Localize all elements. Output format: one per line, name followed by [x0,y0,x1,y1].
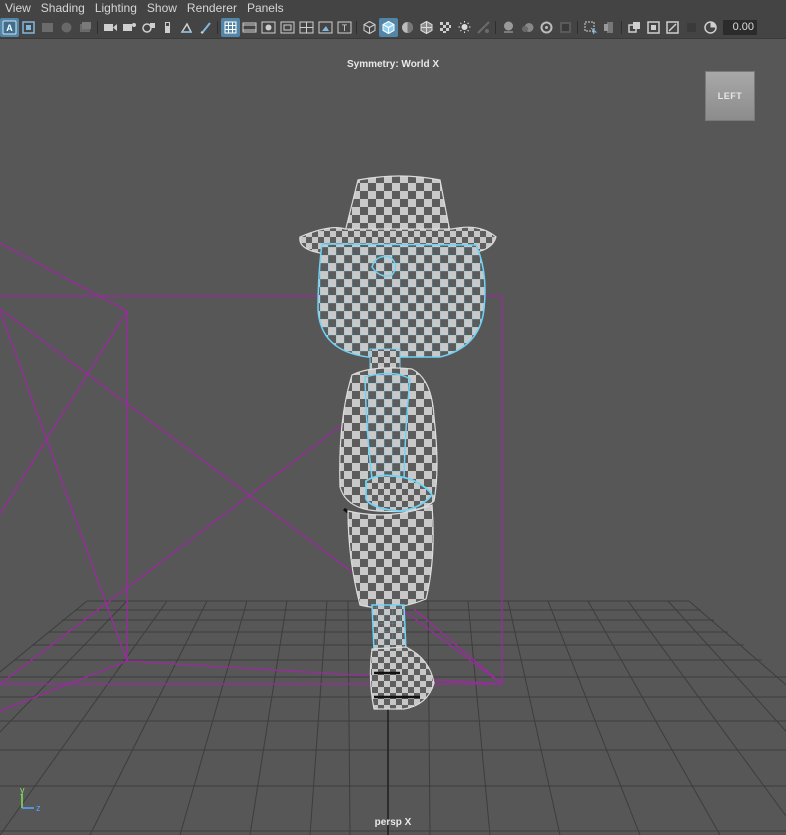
wireframe-cube-icon[interactable] [360,18,379,37]
xray-components-icon[interactable] [644,18,663,37]
menu-lighting[interactable]: Lighting [90,0,142,16]
field-chart-icon[interactable] [177,18,196,37]
field-chart-2-icon[interactable] [297,18,316,37]
safe-title-icon[interactable]: T [335,18,354,37]
symmetry-label: Symmetry: World X [346,59,440,70]
depth-of-field-icon[interactable] [556,18,575,37]
scene-canvas[interactable] [0,39,786,835]
resolution-gate-icon[interactable] [139,18,158,37]
shadows-icon[interactable] [474,18,493,37]
menu-renderer[interactable]: Renderer [182,0,242,16]
toolbar-divider [619,18,625,36]
menu-panels[interactable]: Panels [242,0,289,16]
bookmarks-icon[interactable] [38,18,57,37]
select-camera-icon[interactable]: A [0,17,19,37]
textured-icon[interactable] [436,18,455,37]
menu-view[interactable]: View [0,0,36,16]
film-gate-icon[interactable] [120,18,139,37]
viewcube[interactable]: LEFT [705,71,755,121]
exposure-icon[interactable] [701,18,720,37]
grid-toggle-icon[interactable] [663,18,682,37]
camera-attributes-icon[interactable] [19,18,38,37]
safe-action-icon[interactable] [196,18,215,37]
camera-name-label: persp X [374,817,412,828]
screen-space-ao-icon[interactable] [499,18,518,37]
isolate-select-icon[interactable] [581,18,600,37]
anti-aliasing-icon[interactable] [537,18,556,37]
2d-pan-zoom-icon[interactable] [101,18,120,37]
xray-joints-icon[interactable] [625,18,644,37]
gate-mask-icon[interactable] [158,18,177,37]
svg-text:A: A [6,23,13,33]
axis-z-label: z [36,803,41,813]
menu-show[interactable]: Show [142,0,182,16]
toolbar-divider [95,18,101,36]
toolbar-divider [493,18,499,36]
image-plane-icon[interactable] [57,18,76,37]
gate-mask-2-icon[interactable] [278,18,297,37]
motion-blur-icon[interactable] [518,18,537,37]
svg-text:T: T [342,23,348,33]
resolution-gate-2-icon[interactable] [259,18,278,37]
toolbar-divider [215,18,221,36]
panel-toolbar: A T 0.00 [0,16,786,39]
character-mesh[interactable] [299,175,497,710]
axis-y-label: y [20,786,25,795]
menu-shading[interactable]: Shading [36,0,90,16]
axis-gizmo: y z [20,786,41,813]
wireframe-icon[interactable] [221,17,240,37]
panel-menubar: View Shading Lighting Show Renderer Pane… [0,0,786,16]
xray-icon[interactable] [600,18,619,37]
smooth-shade-icon[interactable] [379,17,398,37]
viewcube-face-label: LEFT [717,91,743,101]
lights-icon[interactable] [455,18,474,37]
default-material-icon[interactable] [398,18,417,37]
exposure-value-field[interactable]: 0.00 [723,19,757,35]
wireframe-on-shaded-icon[interactable] [417,18,436,37]
toolbar-divider [575,18,581,36]
hud-toggle-icon[interactable] [682,18,701,37]
grease-pencil-icon[interactable] [76,18,95,37]
safe-action-2-icon[interactable] [316,18,335,37]
film-gate-2-icon[interactable] [240,18,259,37]
toolbar-divider [354,18,360,36]
